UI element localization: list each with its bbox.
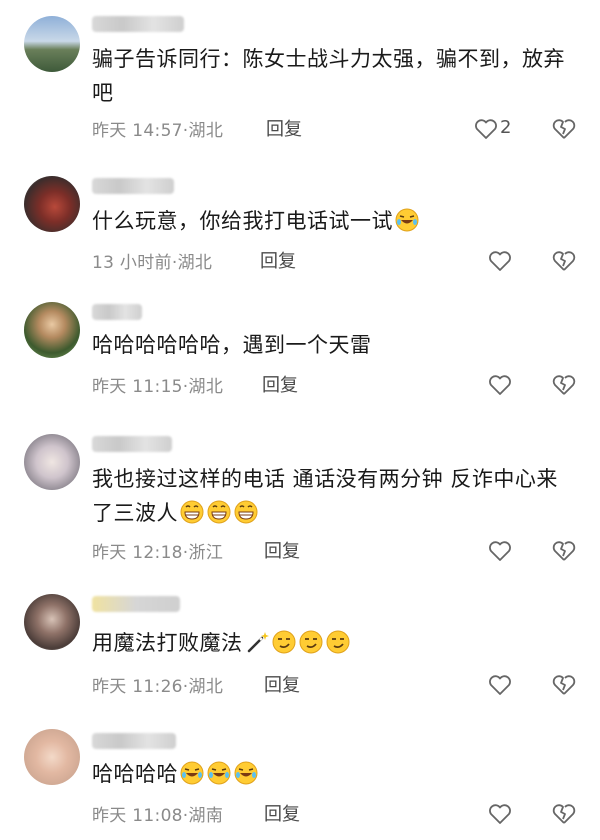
comment-item: 骗子告诉同行：陈女士战斗力太强，骗不到，放弃吧 昨天 14:57·湖北 回复 2	[0, 0, 600, 160]
comment-location: 湖北	[188, 121, 224, 141]
comment-location: 湖北	[177, 253, 213, 273]
comment-meta: 昨天 11:26·湖北	[92, 672, 223, 697]
reply-button[interactable]: 回复	[262, 371, 298, 397]
like-count: 2	[500, 117, 512, 138]
heart-outline-icon[interactable]	[474, 118, 498, 140]
avatar[interactable]	[24, 729, 80, 785]
comment-text: 哈哈哈哈	[92, 757, 572, 791]
rofl-face-icon	[179, 760, 205, 786]
comment-time: 昨天 11:08	[92, 806, 183, 826]
comment-location: 湖北	[188, 377, 224, 397]
broken-heart-icon[interactable]	[552, 802, 576, 826]
magic-wand-icon	[244, 629, 270, 655]
broken-heart-icon[interactable]	[552, 373, 576, 397]
heart-outline-icon[interactable]	[488, 250, 512, 272]
comment-location: 浙江	[188, 543, 224, 563]
comment-meta: 昨天 11:15·湖北	[92, 372, 223, 397]
avatar[interactable]	[24, 176, 80, 232]
grinning-face-icon	[233, 499, 259, 525]
comment-time: 昨天 11:15	[92, 377, 183, 397]
heart-outline-icon[interactable]	[488, 540, 512, 562]
avatar[interactable]	[24, 594, 80, 650]
avatar[interactable]	[24, 302, 80, 358]
username-blurred	[92, 733, 176, 749]
username-blurred	[92, 16, 184, 32]
username-blurred	[92, 436, 172, 452]
comment-text: 我也接过这样的电话 通话没有两分钟 反诈中心来了三波人	[92, 462, 572, 530]
smirk-face-icon	[325, 629, 351, 655]
comment-item: 哈哈哈哈 昨天 11:08·湖南 回复	[0, 715, 600, 840]
grinning-face-icon	[179, 499, 205, 525]
reply-button[interactable]: 回复	[264, 800, 300, 826]
comment-item: 我也接过这样的电话 通话没有两分钟 反诈中心来了三波人 昨天 12:18·浙江 …	[0, 420, 600, 580]
comment-text: 什么玩意，你给我打电话试一试	[92, 204, 572, 238]
rofl-face-icon	[233, 760, 259, 786]
comment-item: 哈哈哈哈哈哈，遇到一个天雷 昨天 11:15·湖北 回复	[0, 290, 600, 420]
comment-item: 什么玩意，你给我打电话试一试 13 小时前·湖北 回复	[0, 160, 600, 290]
reply-button[interactable]: 回复	[264, 671, 300, 697]
reply-button[interactable]: 回复	[264, 537, 300, 563]
comment-location: 湖北	[188, 677, 224, 697]
reply-button[interactable]: 回复	[266, 115, 302, 141]
avatar[interactable]	[24, 434, 80, 490]
smirk-face-icon	[271, 629, 297, 655]
comment-text-body: 我也接过这样的电话 通话没有两分钟 反诈中心来了三波人	[92, 467, 558, 525]
broken-heart-icon[interactable]	[552, 539, 576, 563]
comment-text-body: 哈哈哈哈	[92, 762, 178, 786]
comment-text-body: 用魔法打败魔法	[92, 631, 243, 655]
broken-heart-icon[interactable]	[552, 673, 576, 697]
comment-item: 用魔法打败魔法 昨天 11:26·湖北 回复	[0, 580, 600, 715]
comment-location: 湖南	[188, 806, 224, 826]
comment-time: 昨天 11:26	[92, 677, 183, 697]
broken-heart-icon[interactable]	[552, 117, 576, 141]
username-blurred	[92, 178, 174, 194]
smirk-face-icon	[298, 629, 324, 655]
avatar[interactable]	[24, 16, 80, 72]
grinning-face-icon	[206, 499, 232, 525]
rofl-face-icon	[394, 207, 420, 233]
heart-outline-icon[interactable]	[488, 674, 512, 696]
comment-meta: 昨天 12:18·浙江	[92, 538, 223, 563]
username-blurred	[92, 596, 180, 612]
comment-text: 骗子告诉同行：陈女士战斗力太强，骗不到，放弃吧	[92, 47, 565, 105]
broken-heart-icon[interactable]	[552, 249, 576, 273]
comment-text: 用魔法打败魔法	[92, 626, 572, 660]
comment-meta: 13 小时前·湖北	[92, 248, 212, 273]
username-blurred	[92, 304, 142, 320]
comment-meta: 昨天 11:08·湖南	[92, 801, 223, 826]
heart-outline-icon[interactable]	[488, 803, 512, 825]
comment-time: 昨天 12:18	[92, 543, 183, 563]
reply-button[interactable]: 回复	[260, 247, 296, 273]
heart-outline-icon[interactable]	[488, 374, 512, 396]
comment-time: 13 小时前	[92, 253, 172, 273]
rofl-face-icon	[206, 760, 232, 786]
comment-text: 哈哈哈哈哈哈，遇到一个天雷	[92, 333, 372, 357]
comment-meta: 昨天 14:57·湖北	[92, 116, 223, 141]
comment-time: 昨天 14:57	[92, 121, 183, 141]
comment-text-body: 什么玩意，你给我打电话试一试	[92, 209, 393, 233]
